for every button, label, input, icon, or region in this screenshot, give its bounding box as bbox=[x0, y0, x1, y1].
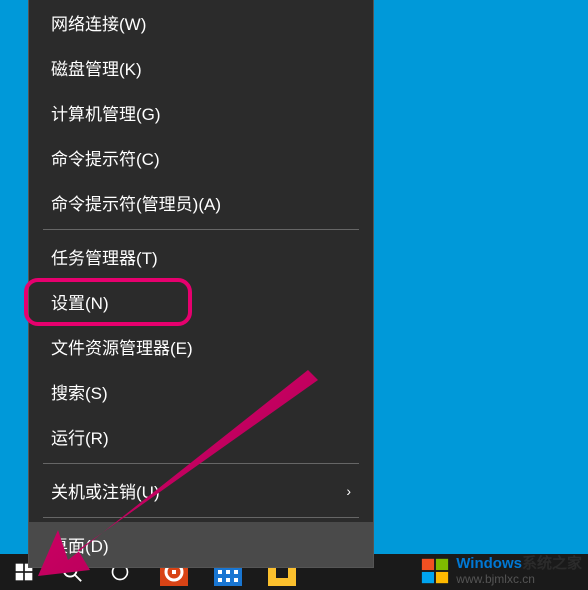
menu-label: 运行(R) bbox=[51, 424, 109, 449]
menu-label: 计算机管理(G) bbox=[51, 100, 161, 125]
watermark-text: Windows系统之家 www.bjmlxc.cn bbox=[456, 556, 582, 586]
watermark-brand-1: Windows bbox=[456, 555, 522, 572]
watermark: Windows系统之家 www.bjmlxc.cn bbox=[420, 556, 582, 586]
menu-label: 磁盘管理(K) bbox=[51, 55, 142, 80]
menu-item-cmd-admin[interactable]: 命令提示符(管理员)(A) bbox=[29, 180, 373, 225]
menu-divider bbox=[43, 517, 359, 518]
menu-label: 关机或注销(U) bbox=[51, 478, 160, 503]
menu-item-network[interactable]: 网络连接(W) bbox=[29, 0, 373, 45]
menu-item-search[interactable]: 搜索(S) bbox=[29, 369, 373, 414]
menu-item-run[interactable]: 运行(R) bbox=[29, 414, 373, 459]
menu-item-cmd[interactable]: 命令提示符(C) bbox=[29, 135, 373, 180]
chevron-right-icon: › bbox=[346, 483, 351, 499]
menu-item-disk-management[interactable]: 磁盘管理(K) bbox=[29, 45, 373, 90]
menu-label: 文件资源管理器(E) bbox=[51, 334, 193, 359]
windows-logo-icon bbox=[420, 556, 450, 586]
menu-divider bbox=[43, 229, 359, 230]
menu-label: 设置(N) bbox=[51, 289, 109, 314]
menu-label: 网络连接(W) bbox=[51, 10, 146, 35]
menu-item-file-explorer[interactable]: 文件资源管理器(E) bbox=[29, 324, 373, 369]
watermark-url: www.bjmlxc.cn bbox=[456, 573, 582, 586]
menu-divider bbox=[43, 463, 359, 464]
winx-context-menu: 网络连接(W) 磁盘管理(K) 计算机管理(G) 命令提示符(C) 命令提示符(… bbox=[28, 0, 374, 568]
menu-label: 搜索(S) bbox=[51, 379, 108, 404]
menu-item-settings[interactable]: 设置(N) bbox=[29, 279, 373, 324]
watermark-brand-2: 系统之家 bbox=[522, 555, 582, 572]
menu-label: 任务管理器(T) bbox=[51, 244, 158, 269]
menu-item-task-manager[interactable]: 任务管理器(T) bbox=[29, 234, 373, 279]
menu-item-desktop[interactable]: 桌面(D) bbox=[29, 522, 373, 567]
menu-label: 桌面(D) bbox=[51, 532, 109, 557]
menu-label: 命令提示符(C) bbox=[51, 145, 160, 170]
menu-label: 命令提示符(管理员)(A) bbox=[51, 190, 221, 215]
menu-item-shutdown[interactable]: 关机或注销(U) › bbox=[29, 468, 373, 513]
menu-item-computer-management[interactable]: 计算机管理(G) bbox=[29, 90, 373, 135]
